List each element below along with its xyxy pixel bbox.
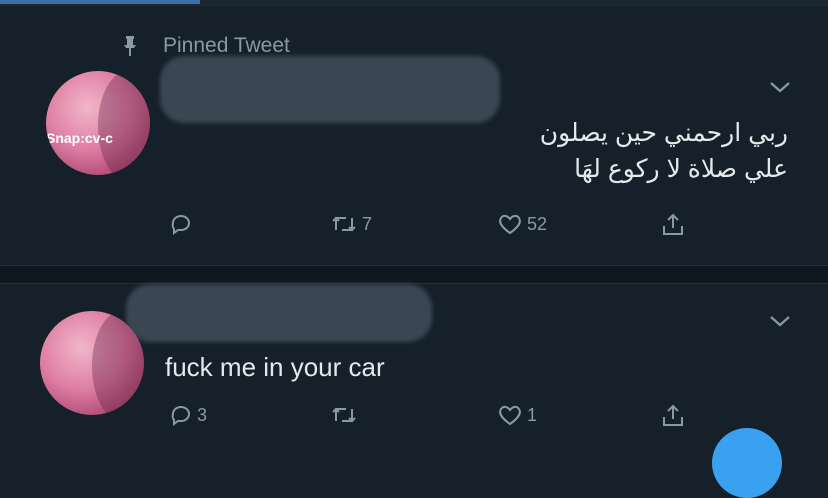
reply-button[interactable] (169, 212, 197, 236)
reply-icon (171, 406, 190, 426)
tweet-separator (0, 265, 828, 284)
tweet-actions: 7 52 (0, 212, 828, 242)
like-button[interactable]: 1 (497, 403, 537, 427)
pinned-label: Pinned Tweet (163, 34, 290, 57)
share-icon (663, 404, 683, 426)
share-icon (663, 213, 683, 235)
retweet-count: 7 (362, 213, 373, 234)
share-button[interactable] (660, 212, 690, 238)
tweet-text-line: ربي ارحمني حين يصلون (539, 119, 788, 147)
reply-button[interactable]: 3 (169, 403, 207, 427)
like-icon (499, 214, 521, 235)
tweet-text: ربي ارحمني حين يصلون علي صلاة لا ركوع له… (468, 115, 788, 187)
top-bar (0, 0, 828, 7)
share-button[interactable] (660, 403, 690, 429)
avatar-watermark: Snap:cv-c (46, 130, 113, 146)
tweet-pinned[interactable]: Pinned Tweet Snap:cv-c ربي ارحمني حين يص… (0, 7, 828, 265)
tweet-actions: 3 1 (0, 403, 828, 433)
chevron-down-icon[interactable] (769, 314, 791, 328)
author-name-redacted (126, 284, 432, 342)
reply-count: 3 (197, 404, 208, 425)
like-button[interactable]: 52 (497, 212, 547, 236)
retweet-button[interactable]: 7 (330, 212, 372, 236)
like-count: 1 (527, 404, 538, 425)
retweet-icon (332, 216, 356, 232)
retweet-button[interactable] (330, 403, 362, 427)
like-count: 52 (527, 213, 548, 234)
avatar[interactable] (40, 311, 144, 415)
pinned-indicator: Pinned Tweet (123, 34, 290, 58)
pin-icon (124, 36, 136, 56)
compose-tweet-button[interactable] (712, 428, 782, 498)
avatar[interactable]: Snap:cv-c (46, 71, 150, 175)
retweet-icon (332, 407, 356, 423)
tweet-text-line: علي صلاة لا ركوع لهَا (574, 155, 788, 183)
reply-icon (171, 215, 190, 235)
tweet-text: fuck me in your car (165, 352, 385, 382)
chevron-down-icon[interactable] (769, 80, 791, 94)
author-name-redacted (160, 56, 500, 123)
like-icon (499, 405, 521, 426)
loading-progress (0, 0, 200, 4)
tweet[interactable]: fuck me in your car 3 1 (0, 284, 828, 443)
